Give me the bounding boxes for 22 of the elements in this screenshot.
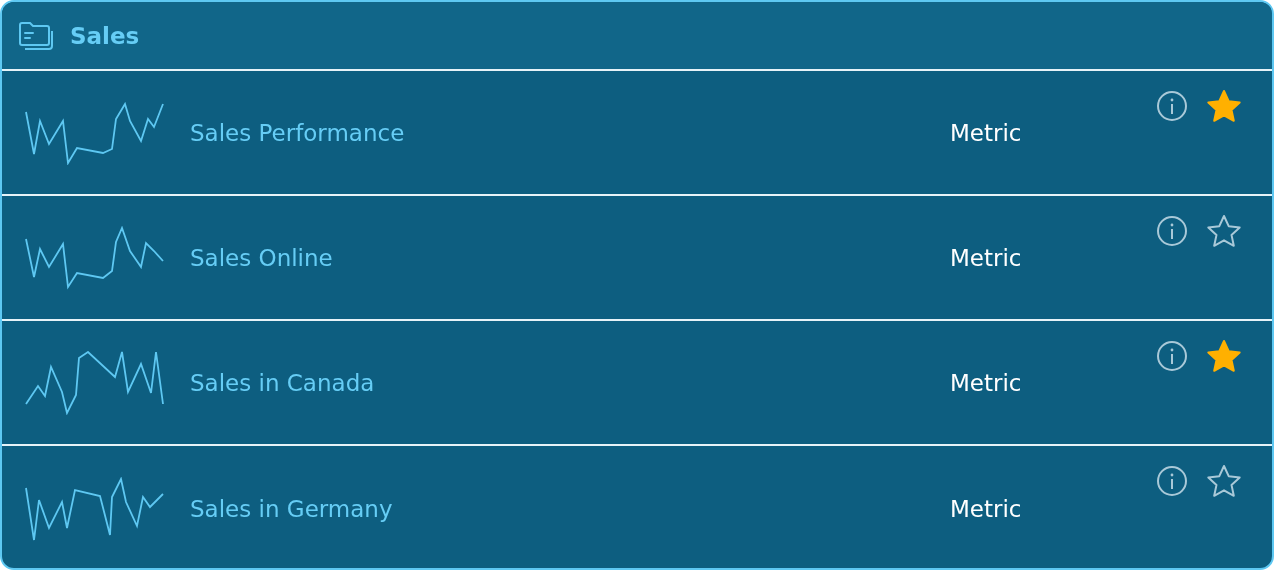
star-filled-icon[interactable] (1206, 339, 1242, 373)
info-icon[interactable] (1156, 215, 1188, 247)
item-name[interactable]: Sales in Germany (190, 495, 950, 522)
item-name[interactable]: Sales Online (190, 244, 950, 271)
item-type: Metric (950, 119, 1022, 146)
list-row[interactable]: Sales in Germany Metric (2, 446, 1272, 568)
item-name[interactable]: Sales Performance (190, 119, 950, 146)
folder-title: Sales (70, 22, 140, 49)
info-icon[interactable] (1156, 340, 1188, 372)
folder-icon (18, 20, 54, 51)
info-icon[interactable] (1156, 465, 1188, 497)
list-row[interactable]: Sales in Canada Metric (2, 321, 1272, 446)
star-icon[interactable] (1206, 464, 1242, 498)
list-row[interactable]: Sales Performance Metric (2, 71, 1272, 196)
item-type: Metric (950, 369, 1022, 396)
item-type: Metric (950, 244, 1022, 271)
info-icon[interactable] (1156, 90, 1188, 122)
star-filled-icon[interactable] (1206, 89, 1242, 123)
item-type: Metric (950, 495, 1022, 522)
star-icon[interactable] (1206, 214, 1242, 248)
item-name[interactable]: Sales in Canada (190, 369, 950, 396)
list-row[interactable]: Sales Online Metric (2, 196, 1272, 321)
